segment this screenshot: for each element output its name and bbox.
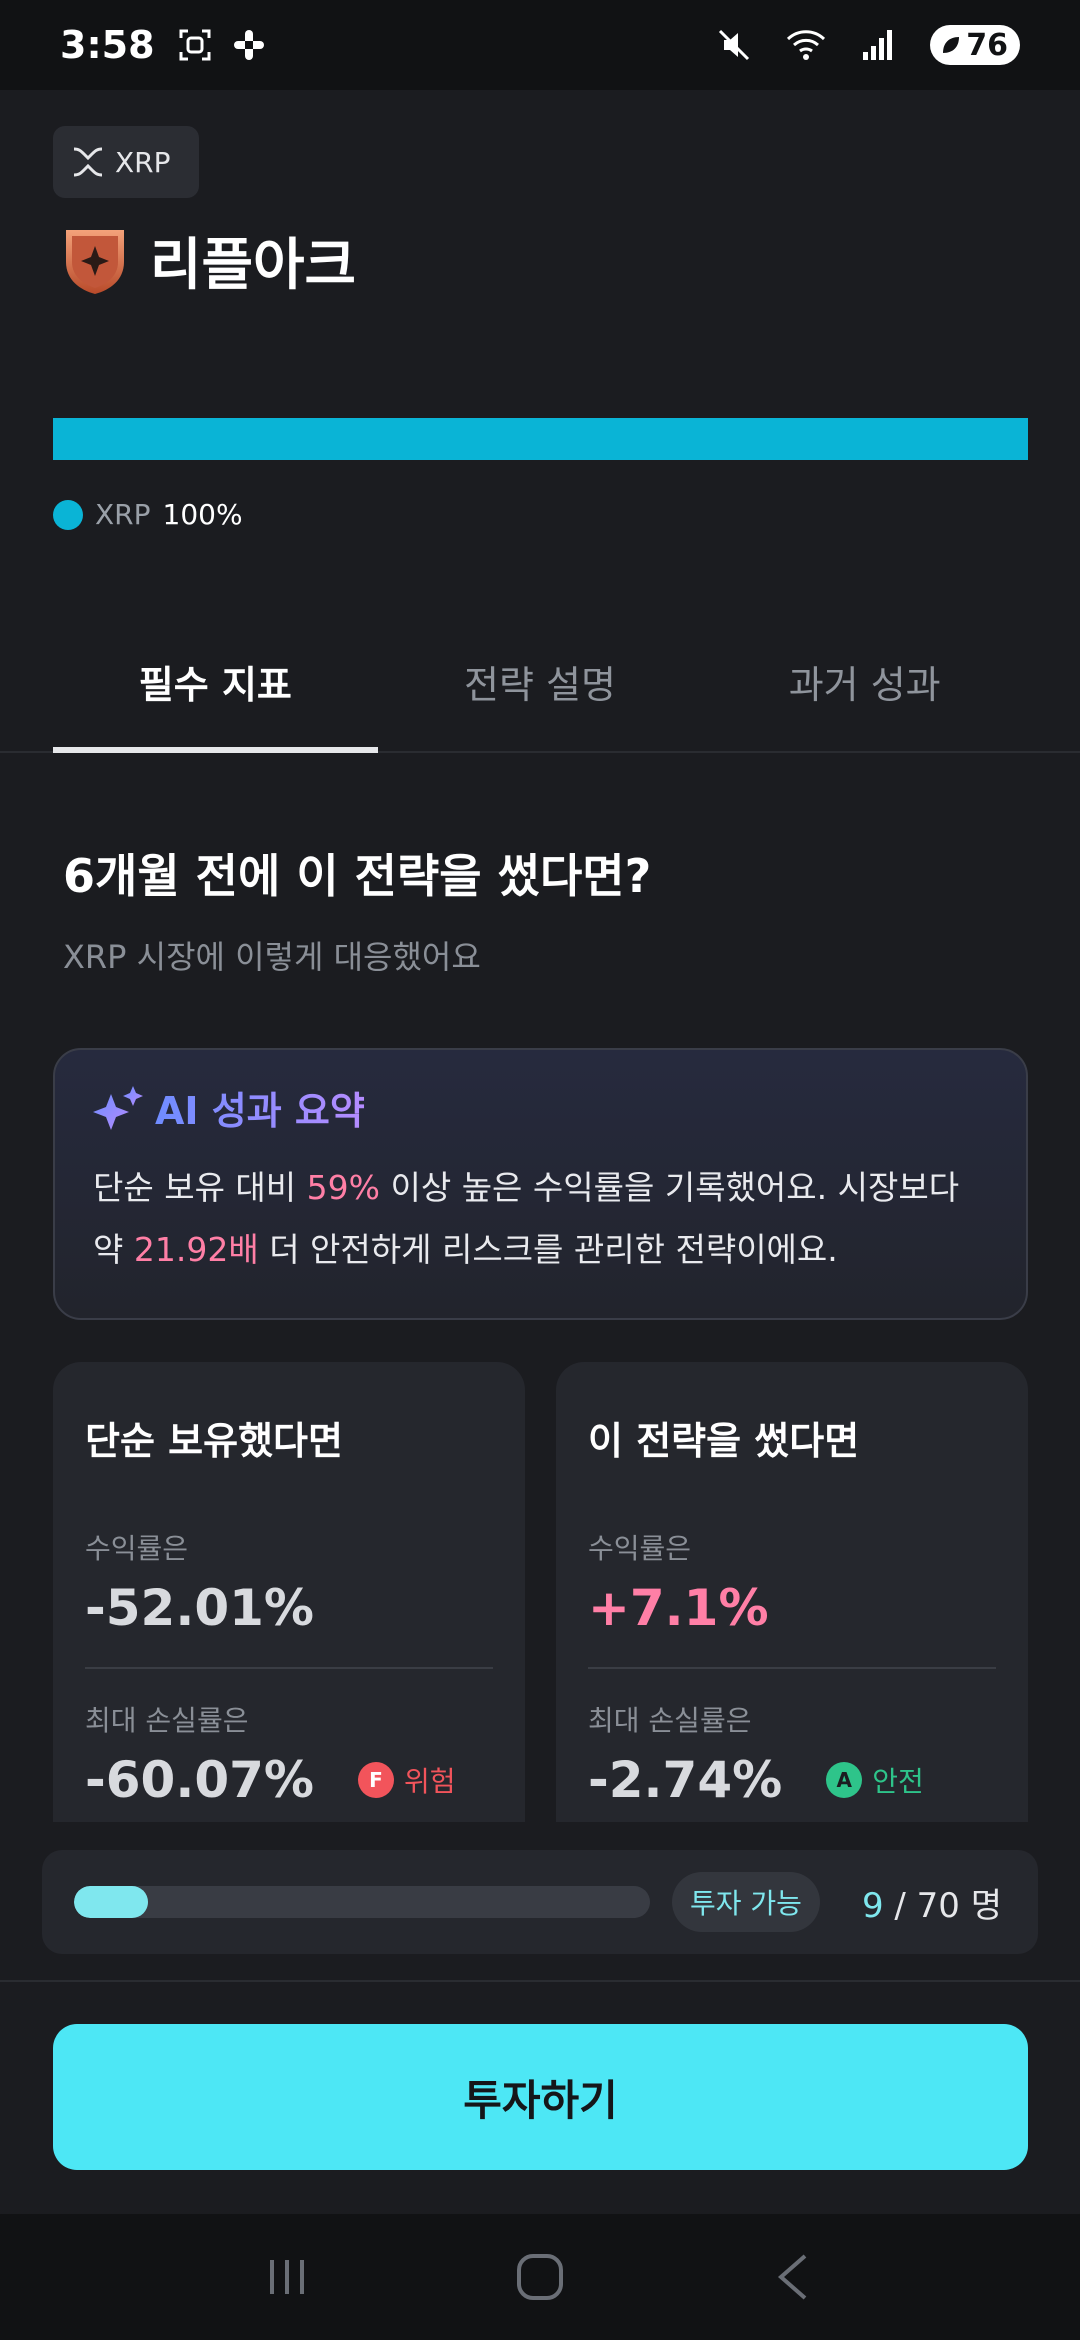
allocation-legend: XRP 100% — [53, 498, 243, 531]
hold-risk-text: 위험 — [404, 1765, 456, 1798]
home-icon — [516, 2254, 563, 2300]
bottom-panel: 투자 가능 9 / 70 명 투자하기 — [0, 1822, 1080, 2214]
strategy-title: 리플아크 — [150, 233, 357, 298]
section-title: 6개월 전에 이 전략을 썼다면? — [63, 849, 652, 903]
hold-card-divider — [85, 1667, 493, 1669]
hold-return-value: -52.01% — [85, 1579, 315, 1637]
battery-indicator: 76 — [930, 25, 1020, 65]
hold-mdd-value: -60.07% — [85, 1751, 315, 1809]
battery-level: 76 — [966, 27, 1008, 63]
home-button[interactable] — [500, 2237, 580, 2317]
strategy-card-divider — [588, 1667, 996, 1669]
invest-button[interactable]: 투자하기 — [53, 2024, 1028, 2170]
hold-return-label: 수익률은 — [85, 1532, 189, 1565]
capacity-status-pill: 투자 가능 — [672, 1872, 820, 1932]
allocation-bar — [53, 418, 1028, 460]
status-bar: 3:58 76 — [0, 0, 1080, 90]
ai-text-3: 더 안전하게 리스크를 관리한 전략이에요. — [258, 1230, 838, 1269]
hold-comparison-card: 단순 보유했다면 수익률은 -52.01% 최대 손실률은 -60.07% F … — [53, 1362, 525, 1862]
back-button[interactable] — [753, 2237, 833, 2317]
strategy-return-label: 수익률은 — [588, 1532, 692, 1565]
recent-apps-button[interactable] — [247, 2237, 327, 2317]
ai-highlight-multiplier: 21.92배 — [133, 1230, 259, 1269]
capacity-progress-fill — [74, 1886, 149, 1918]
strategy-risk-text: 안전 — [872, 1765, 924, 1798]
screenshot-icon — [175, 25, 215, 65]
strategy-card-title: 이 전략을 썼다면 — [588, 1419, 860, 1463]
hold-card-title: 단순 보유했다면 — [85, 1419, 343, 1463]
slack-icon — [229, 25, 269, 65]
shield-badge-icon — [66, 229, 124, 294]
wifi-icon — [786, 25, 826, 65]
tab-bar: 필수 지표 전략 설명 과거 성과 — [0, 630, 1080, 753]
hold-mdd-label: 최대 손실률은 — [85, 1704, 249, 1737]
signal-icon — [858, 25, 898, 65]
strategy-mdd-value: -2.74% — [588, 1751, 783, 1809]
strategy-risk-badge: A 안전 — [826, 1760, 924, 1800]
grade-a-icon: A — [826, 1762, 863, 1798]
hold-risk-badge: F 위험 — [358, 1760, 456, 1800]
strategy-header: 리플아크 — [60, 220, 356, 301]
allocation-percent: 100% — [162, 498, 243, 531]
xrp-logo-icon — [73, 147, 103, 177]
capacity-count: 9 / 70 명 — [862, 1878, 1002, 1927]
bottom-divider — [0, 1980, 1080, 1982]
mute-icon — [714, 25, 754, 65]
allocation-name: XRP — [95, 498, 151, 531]
capacity-separator: / — [883, 1885, 917, 1926]
strategy-return-value: +7.1% — [588, 1579, 769, 1637]
ai-summary-label: AI 성과 요약 — [155, 1080, 365, 1135]
asset-chip[interactable]: XRP — [53, 126, 199, 198]
ai-summary-card: AI 성과 요약 단순 보유 대비 59% 이상 높은 수익률을 기록했어요. … — [53, 1048, 1028, 1320]
leaf-icon — [943, 37, 960, 53]
strategy-comparison-card: 이 전략을 썼다면 수익률은 +7.1% 최대 손실률은 -2.74% A 안전 — [556, 1362, 1028, 1862]
tab-past-performance[interactable]: 과거 성과 — [702, 630, 1027, 751]
recent-apps-icon — [269, 2260, 304, 2294]
tab-strategy-description[interactable]: 전략 설명 — [378, 630, 703, 751]
strategy-mdd-label: 최대 손실률은 — [588, 1704, 752, 1737]
system-nav-bar — [0, 2214, 1080, 2340]
ai-summary-text: 단순 보유 대비 59% 이상 높은 수익률을 기록했어요. 시장보다 약 21… — [93, 1157, 988, 1281]
capacity-progress-bar — [74, 1886, 650, 1918]
ai-highlight-percent: 59% — [306, 1168, 380, 1207]
asset-chip-label: XRP — [115, 145, 171, 179]
grade-f-icon: F — [358, 1762, 395, 1798]
sparkle-icon — [93, 1085, 143, 1130]
tab-key-metrics[interactable]: 필수 지표 — [53, 630, 378, 753]
capacity-current: 9 — [861, 1885, 884, 1926]
back-icon — [778, 2254, 807, 2300]
status-time: 3:58 — [60, 23, 155, 67]
capacity-status: 투자 가능 9 / 70 명 — [42, 1850, 1038, 1954]
capacity-total: 70 명 — [916, 1885, 1003, 1926]
allocation-dot — [53, 499, 83, 530]
section-subtitle: XRP 시장에 이렇게 대응했어요 — [63, 938, 481, 976]
ai-text-1: 단순 보유 대비 — [93, 1168, 307, 1207]
